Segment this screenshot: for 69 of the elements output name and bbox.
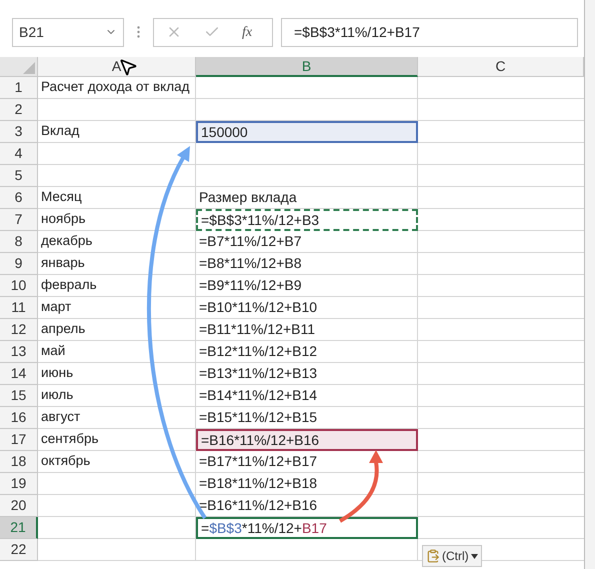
table-cell: ноябрь [38, 209, 196, 231]
row-header[interactable]: 15 [0, 385, 38, 407]
table-cell: декабрь [38, 231, 196, 253]
table-cell: =B18*11%/12+B18 [196, 473, 418, 495]
referenced-cell[interactable]: 150000 [196, 121, 418, 143]
referenced-cell[interactable]: =B16*11%/12+B16 [196, 429, 418, 451]
formula-part: B17 [302, 518, 327, 538]
table-cell: май [38, 341, 196, 363]
row-header[interactable]: 4 [0, 143, 38, 165]
copied-cell[interactable]: =$B$3*11%/12+B3 [196, 209, 418, 231]
table-cell: Размер вклада [196, 187, 418, 209]
formula-part: = [201, 518, 210, 538]
row-header[interactable]: 1 [0, 77, 38, 99]
row-header[interactable]: 7 [0, 209, 38, 231]
row-header[interactable]: 13 [0, 341, 38, 363]
row-header[interactable]: 22 [0, 539, 38, 561]
table-cell: сентябрь [38, 429, 196, 451]
table-cell: =B8*11%/12+B8 [196, 253, 418, 275]
row-header[interactable]: 16 [0, 407, 38, 429]
row-header[interactable]: 20 [0, 495, 38, 517]
table-cell: =B7*11%/12+B7 [196, 231, 418, 253]
formula-field[interactable]: =$B$3*11%/12+B17 [281, 18, 578, 46]
name-box[interactable]: B21 [12, 18, 124, 46]
table-cell: январь [38, 253, 196, 275]
table-cell: июль [38, 385, 196, 407]
table-cell: март [38, 297, 196, 319]
table-cell: апрель [38, 319, 196, 341]
grip-icon [137, 26, 140, 38]
table-cell: =B16*11%/12+B16 [196, 495, 418, 517]
select-all-corner[interactable] [0, 57, 38, 77]
row-header[interactable]: 17 [0, 429, 38, 451]
row-header[interactable]: 6 [0, 187, 38, 209]
table-cell: =B9*11%/12+B9 [196, 275, 418, 297]
table-cell: =B12*11%/12+B12 [196, 341, 418, 363]
table-cell: =B15*11%/12+B15 [196, 407, 418, 429]
formula-part: *11%/12+ [242, 518, 302, 538]
table-cell: Месяц [38, 187, 196, 209]
row-header[interactable]: 2 [0, 99, 38, 121]
table-cell: =B14*11%/12+B14 [196, 385, 418, 407]
column-header[interactable]: A [38, 57, 196, 77]
row-header[interactable]: 10 [0, 275, 38, 297]
table-cell: Вклад [38, 121, 196, 143]
row-header[interactable]: 9 [0, 253, 38, 275]
table-cell: =B13*11%/12+B13 [196, 363, 418, 385]
table-cell: июнь [38, 363, 196, 385]
table-cell: август [38, 407, 196, 429]
row-header[interactable]: 8 [0, 231, 38, 253]
column-header[interactable]: B [196, 57, 418, 77]
row-header[interactable]: 11 [0, 297, 38, 319]
row-header[interactable]: 12 [0, 319, 38, 341]
table-cell: октябрь [38, 451, 196, 473]
table-cell: февраль [38, 275, 196, 297]
formula-part: $B$3 [209, 518, 242, 538]
row-header[interactable]: 18 [0, 451, 38, 473]
column-header[interactable]: C [418, 57, 584, 77]
insert-function-button[interactable]: fx [242, 22, 252, 42]
table-cell: =B11*11%/12+B11 [196, 319, 418, 341]
row-header[interactable]: 14 [0, 363, 38, 385]
row-header[interactable]: 5 [0, 165, 38, 187]
table-cell: Расчет дохода от вклад [38, 77, 196, 99]
paste-options-button[interactable]: (Ctrl) [422, 545, 482, 567]
row-header[interactable]: 3 [0, 121, 38, 143]
active-cell[interactable]: =$B$3*11%/12+B17 [196, 517, 418, 539]
table-cell: =B10*11%/12+B10 [196, 297, 418, 319]
corner-triangle-icon [23, 62, 35, 74]
caret-icon [470, 554, 478, 558]
row-header[interactable]: 19 [0, 473, 38, 495]
clipboard-icon [426, 549, 440, 563]
row-header[interactable]: 21 [0, 517, 38, 539]
